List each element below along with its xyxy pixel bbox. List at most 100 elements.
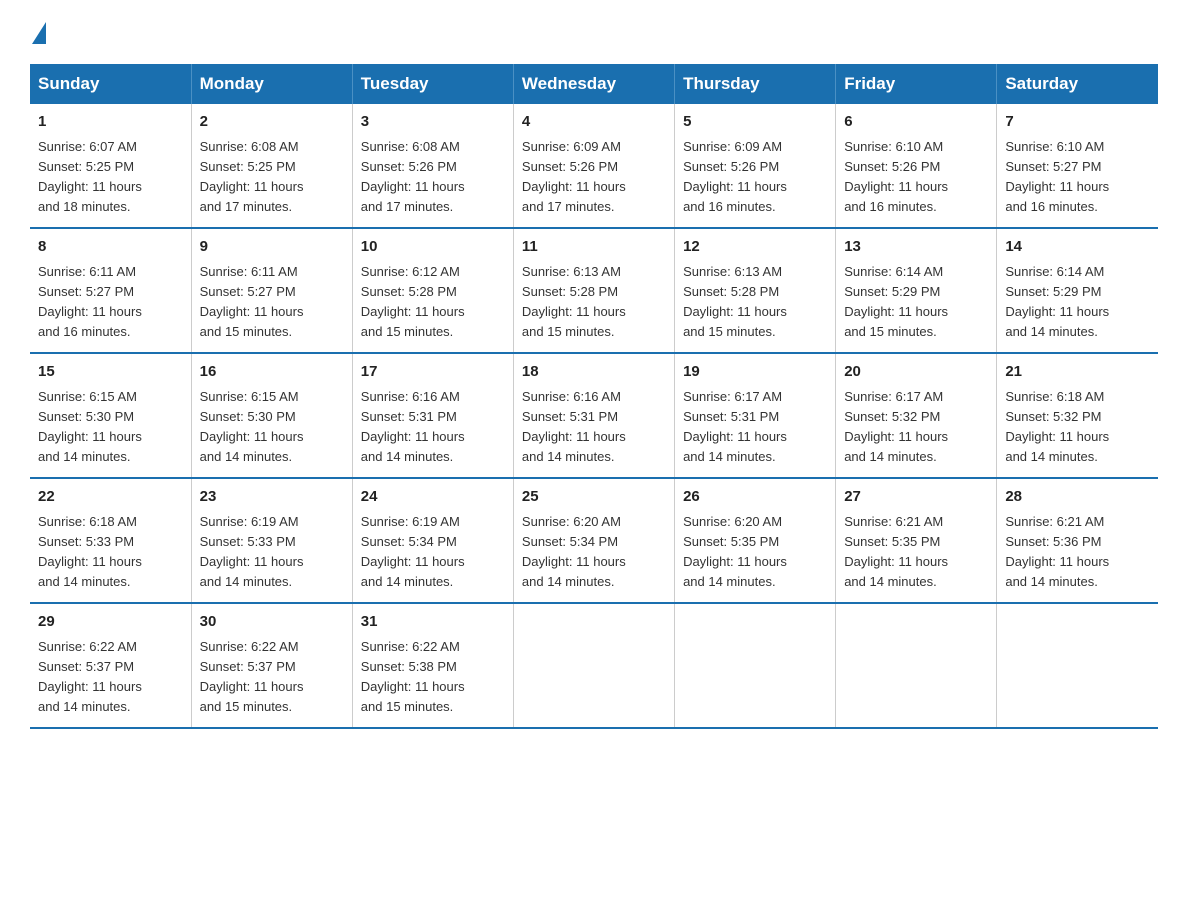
day-number: 6 bbox=[844, 111, 988, 134]
day-number: 5 bbox=[683, 111, 827, 134]
day-number: 25 bbox=[522, 486, 666, 509]
day-info: Sunrise: 6:12 AMSunset: 5:28 PMDaylight:… bbox=[361, 264, 465, 339]
calendar-day-cell: 18 Sunrise: 6:16 AMSunset: 5:31 PMDaylig… bbox=[513, 353, 674, 478]
day-info: Sunrise: 6:21 AMSunset: 5:36 PMDaylight:… bbox=[1005, 514, 1109, 589]
day-info: Sunrise: 6:18 AMSunset: 5:32 PMDaylight:… bbox=[1005, 389, 1109, 464]
calendar-day-cell: 4 Sunrise: 6:09 AMSunset: 5:26 PMDayligh… bbox=[513, 104, 674, 228]
calendar-day-cell: 19 Sunrise: 6:17 AMSunset: 5:31 PMDaylig… bbox=[675, 353, 836, 478]
weekday-header-wednesday: Wednesday bbox=[513, 64, 674, 104]
calendar-day-cell: 6 Sunrise: 6:10 AMSunset: 5:26 PMDayligh… bbox=[836, 104, 997, 228]
calendar-day-cell: 13 Sunrise: 6:14 AMSunset: 5:29 PMDaylig… bbox=[836, 228, 997, 353]
calendar-day-cell: 14 Sunrise: 6:14 AMSunset: 5:29 PMDaylig… bbox=[997, 228, 1158, 353]
day-info: Sunrise: 6:22 AMSunset: 5:37 PMDaylight:… bbox=[200, 639, 304, 714]
day-info: Sunrise: 6:14 AMSunset: 5:29 PMDaylight:… bbox=[844, 264, 948, 339]
weekday-header-thursday: Thursday bbox=[675, 64, 836, 104]
calendar-day-cell bbox=[675, 603, 836, 728]
day-number: 1 bbox=[38, 111, 183, 134]
page-header bbox=[30, 24, 1158, 46]
logo-text bbox=[30, 24, 46, 46]
calendar-week-row: 29 Sunrise: 6:22 AMSunset: 5:37 PMDaylig… bbox=[30, 603, 1158, 728]
weekday-header-row: SundayMondayTuesdayWednesdayThursdayFrid… bbox=[30, 64, 1158, 104]
calendar-day-cell: 30 Sunrise: 6:22 AMSunset: 5:37 PMDaylig… bbox=[191, 603, 352, 728]
calendar-table: SundayMondayTuesdayWednesdayThursdayFrid… bbox=[30, 64, 1158, 729]
day-number: 28 bbox=[1005, 486, 1150, 509]
day-info: Sunrise: 6:16 AMSunset: 5:31 PMDaylight:… bbox=[522, 389, 626, 464]
calendar-day-cell: 7 Sunrise: 6:10 AMSunset: 5:27 PMDayligh… bbox=[997, 104, 1158, 228]
calendar-day-cell: 15 Sunrise: 6:15 AMSunset: 5:30 PMDaylig… bbox=[30, 353, 191, 478]
day-number: 31 bbox=[361, 611, 505, 634]
calendar-day-cell: 9 Sunrise: 6:11 AMSunset: 5:27 PMDayligh… bbox=[191, 228, 352, 353]
calendar-week-row: 22 Sunrise: 6:18 AMSunset: 5:33 PMDaylig… bbox=[30, 478, 1158, 603]
day-info: Sunrise: 6:15 AMSunset: 5:30 PMDaylight:… bbox=[38, 389, 142, 464]
day-info: Sunrise: 6:21 AMSunset: 5:35 PMDaylight:… bbox=[844, 514, 948, 589]
day-number: 23 bbox=[200, 486, 344, 509]
calendar-day-cell: 10 Sunrise: 6:12 AMSunset: 5:28 PMDaylig… bbox=[352, 228, 513, 353]
weekday-header-monday: Monday bbox=[191, 64, 352, 104]
day-info: Sunrise: 6:13 AMSunset: 5:28 PMDaylight:… bbox=[683, 264, 787, 339]
day-info: Sunrise: 6:16 AMSunset: 5:31 PMDaylight:… bbox=[361, 389, 465, 464]
calendar-day-cell: 16 Sunrise: 6:15 AMSunset: 5:30 PMDaylig… bbox=[191, 353, 352, 478]
day-number: 24 bbox=[361, 486, 505, 509]
calendar-week-row: 15 Sunrise: 6:15 AMSunset: 5:30 PMDaylig… bbox=[30, 353, 1158, 478]
calendar-day-cell: 31 Sunrise: 6:22 AMSunset: 5:38 PMDaylig… bbox=[352, 603, 513, 728]
day-number: 11 bbox=[522, 236, 666, 259]
day-info: Sunrise: 6:08 AMSunset: 5:26 PMDaylight:… bbox=[361, 139, 465, 214]
day-number: 22 bbox=[38, 486, 183, 509]
calendar-day-cell: 3 Sunrise: 6:08 AMSunset: 5:26 PMDayligh… bbox=[352, 104, 513, 228]
day-number: 12 bbox=[683, 236, 827, 259]
day-info: Sunrise: 6:11 AMSunset: 5:27 PMDaylight:… bbox=[38, 264, 142, 339]
calendar-day-cell: 23 Sunrise: 6:19 AMSunset: 5:33 PMDaylig… bbox=[191, 478, 352, 603]
calendar-week-row: 1 Sunrise: 6:07 AMSunset: 5:25 PMDayligh… bbox=[30, 104, 1158, 228]
day-number: 17 bbox=[361, 361, 505, 384]
day-number: 3 bbox=[361, 111, 505, 134]
day-info: Sunrise: 6:19 AMSunset: 5:34 PMDaylight:… bbox=[361, 514, 465, 589]
day-number: 29 bbox=[38, 611, 183, 634]
day-info: Sunrise: 6:09 AMSunset: 5:26 PMDaylight:… bbox=[522, 139, 626, 214]
weekday-header-friday: Friday bbox=[836, 64, 997, 104]
day-number: 18 bbox=[522, 361, 666, 384]
day-number: 14 bbox=[1005, 236, 1150, 259]
calendar-day-cell: 22 Sunrise: 6:18 AMSunset: 5:33 PMDaylig… bbox=[30, 478, 191, 603]
day-number: 30 bbox=[200, 611, 344, 634]
day-info: Sunrise: 6:22 AMSunset: 5:37 PMDaylight:… bbox=[38, 639, 142, 714]
day-number: 20 bbox=[844, 361, 988, 384]
logo bbox=[30, 24, 46, 46]
day-info: Sunrise: 6:09 AMSunset: 5:26 PMDaylight:… bbox=[683, 139, 787, 214]
calendar-week-row: 8 Sunrise: 6:11 AMSunset: 5:27 PMDayligh… bbox=[30, 228, 1158, 353]
calendar-day-cell: 5 Sunrise: 6:09 AMSunset: 5:26 PMDayligh… bbox=[675, 104, 836, 228]
calendar-day-cell bbox=[513, 603, 674, 728]
logo-triangle-icon bbox=[32, 22, 46, 44]
calendar-day-cell: 21 Sunrise: 6:18 AMSunset: 5:32 PMDaylig… bbox=[997, 353, 1158, 478]
day-info: Sunrise: 6:10 AMSunset: 5:26 PMDaylight:… bbox=[844, 139, 948, 214]
calendar-day-cell: 28 Sunrise: 6:21 AMSunset: 5:36 PMDaylig… bbox=[997, 478, 1158, 603]
weekday-header-saturday: Saturday bbox=[997, 64, 1158, 104]
day-number: 13 bbox=[844, 236, 988, 259]
day-info: Sunrise: 6:19 AMSunset: 5:33 PMDaylight:… bbox=[200, 514, 304, 589]
calendar-day-cell: 12 Sunrise: 6:13 AMSunset: 5:28 PMDaylig… bbox=[675, 228, 836, 353]
calendar-day-cell bbox=[836, 603, 997, 728]
weekday-header-sunday: Sunday bbox=[30, 64, 191, 104]
day-number: 9 bbox=[200, 236, 344, 259]
day-info: Sunrise: 6:10 AMSunset: 5:27 PMDaylight:… bbox=[1005, 139, 1109, 214]
calendar-day-cell: 2 Sunrise: 6:08 AMSunset: 5:25 PMDayligh… bbox=[191, 104, 352, 228]
day-info: Sunrise: 6:17 AMSunset: 5:31 PMDaylight:… bbox=[683, 389, 787, 464]
day-number: 4 bbox=[522, 111, 666, 134]
calendar-day-cell: 26 Sunrise: 6:20 AMSunset: 5:35 PMDaylig… bbox=[675, 478, 836, 603]
calendar-day-cell: 25 Sunrise: 6:20 AMSunset: 5:34 PMDaylig… bbox=[513, 478, 674, 603]
calendar-day-cell: 8 Sunrise: 6:11 AMSunset: 5:27 PMDayligh… bbox=[30, 228, 191, 353]
day-number: 15 bbox=[38, 361, 183, 384]
day-number: 21 bbox=[1005, 361, 1150, 384]
calendar-day-cell: 1 Sunrise: 6:07 AMSunset: 5:25 PMDayligh… bbox=[30, 104, 191, 228]
day-info: Sunrise: 6:22 AMSunset: 5:38 PMDaylight:… bbox=[361, 639, 465, 714]
day-number: 2 bbox=[200, 111, 344, 134]
day-number: 10 bbox=[361, 236, 505, 259]
day-info: Sunrise: 6:11 AMSunset: 5:27 PMDaylight:… bbox=[200, 264, 304, 339]
day-info: Sunrise: 6:17 AMSunset: 5:32 PMDaylight:… bbox=[844, 389, 948, 464]
calendar-day-cell: 24 Sunrise: 6:19 AMSunset: 5:34 PMDaylig… bbox=[352, 478, 513, 603]
weekday-header-tuesday: Tuesday bbox=[352, 64, 513, 104]
day-number: 7 bbox=[1005, 111, 1150, 134]
day-info: Sunrise: 6:20 AMSunset: 5:35 PMDaylight:… bbox=[683, 514, 787, 589]
day-info: Sunrise: 6:20 AMSunset: 5:34 PMDaylight:… bbox=[522, 514, 626, 589]
calendar-day-cell: 20 Sunrise: 6:17 AMSunset: 5:32 PMDaylig… bbox=[836, 353, 997, 478]
day-info: Sunrise: 6:08 AMSunset: 5:25 PMDaylight:… bbox=[200, 139, 304, 214]
